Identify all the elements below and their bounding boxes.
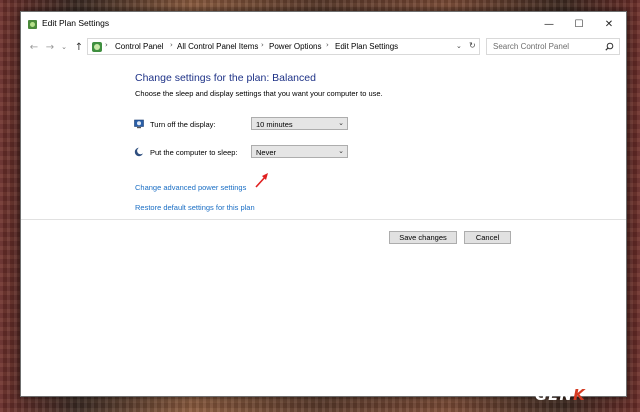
control-panel-icon: [92, 42, 102, 52]
display-off-label: Turn off the display:: [150, 120, 216, 129]
edit-plan-settings-window: Edit Plan Settings — ☐ ✕ ← → ⌄ ↑ › Contr…: [20, 11, 627, 397]
maximize-button[interactable]: ☐: [564, 12, 594, 37]
page-title: Change settings for the plan: Balanced: [135, 72, 316, 84]
main-content: Change settings for the plan: Balanced C…: [21, 58, 626, 396]
search-icon: [605, 42, 614, 51]
breadcrumb-all-items[interactable]: All Control Panel Items: [177, 42, 258, 51]
address-row: ← → ⌄ ↑ › Control Panel › All Control Pa…: [21, 37, 626, 57]
cancel-button[interactable]: Cancel: [464, 231, 511, 244]
arrow-up-icon: ↑: [74, 41, 84, 53]
sleep-label: Put the computer to sleep:: [150, 148, 238, 157]
minimize-icon: —: [544, 19, 554, 30]
page-description: Choose the sleep and display settings th…: [135, 89, 383, 98]
back-button[interactable]: ←: [27, 40, 41, 54]
search-placeholder: Search Control Panel: [493, 42, 570, 51]
restore-defaults-link[interactable]: Restore default settings for this plan: [135, 203, 255, 212]
search-box[interactable]: Search Control Panel: [486, 38, 620, 55]
close-button[interactable]: ✕: [594, 12, 624, 37]
sleep-dropdown[interactable]: Never ⌄: [251, 145, 348, 158]
breadcrumb-separator-icon: ›: [326, 41, 329, 49]
address-bar[interactable]: › Control Panel › All Control Panel Item…: [87, 38, 480, 55]
refresh-icon[interactable]: ↻: [469, 41, 476, 50]
up-button[interactable]: ↑: [72, 40, 86, 54]
chevron-down-icon[interactable]: ⌄: [456, 42, 462, 50]
breadcrumb-edit-plan-settings[interactable]: Edit Plan Settings: [335, 42, 398, 51]
title-bar[interactable]: Edit Plan Settings — ☐ ✕: [21, 12, 626, 37]
sleep-value: Never: [256, 148, 277, 157]
breadcrumb-separator-icon: ›: [105, 41, 108, 49]
divider: [21, 219, 626, 220]
window-title: Edit Plan Settings: [42, 18, 110, 28]
display-off-dropdown[interactable]: 10 minutes ⌄: [251, 117, 348, 130]
monitor-icon: [134, 119, 144, 129]
power-plan-icon: [28, 20, 37, 29]
advanced-power-settings-link[interactable]: Change advanced power settings: [135, 183, 246, 192]
chevron-down-icon: ⌄: [338, 119, 344, 127]
breadcrumb-power-options[interactable]: Power Options: [269, 42, 321, 51]
display-off-value: 10 minutes: [256, 120, 293, 129]
maximize-icon: ☐: [574, 19, 584, 30]
moon-icon: [134, 147, 144, 157]
genk-watermark-logo: GENK: [535, 386, 586, 404]
forward-button[interactable]: →: [43, 40, 57, 54]
save-changes-button[interactable]: Save changes: [389, 231, 457, 244]
minimize-button[interactable]: —: [534, 12, 564, 37]
chevron-down-icon: ⌄: [338, 147, 344, 155]
breadcrumb-separator-icon: ›: [261, 41, 264, 49]
arrow-right-icon: →: [45, 41, 55, 53]
recent-locations-button[interactable]: ⌄: [57, 40, 71, 54]
breadcrumb-separator-icon: ›: [170, 41, 173, 49]
arrow-left-icon: ←: [29, 41, 39, 53]
breadcrumb-control-panel[interactable]: Control Panel: [115, 42, 163, 51]
close-icon: ✕: [604, 19, 614, 30]
chevron-down-icon: ⌄: [61, 43, 67, 51]
red-arrow-annotation-icon: [255, 173, 268, 188]
